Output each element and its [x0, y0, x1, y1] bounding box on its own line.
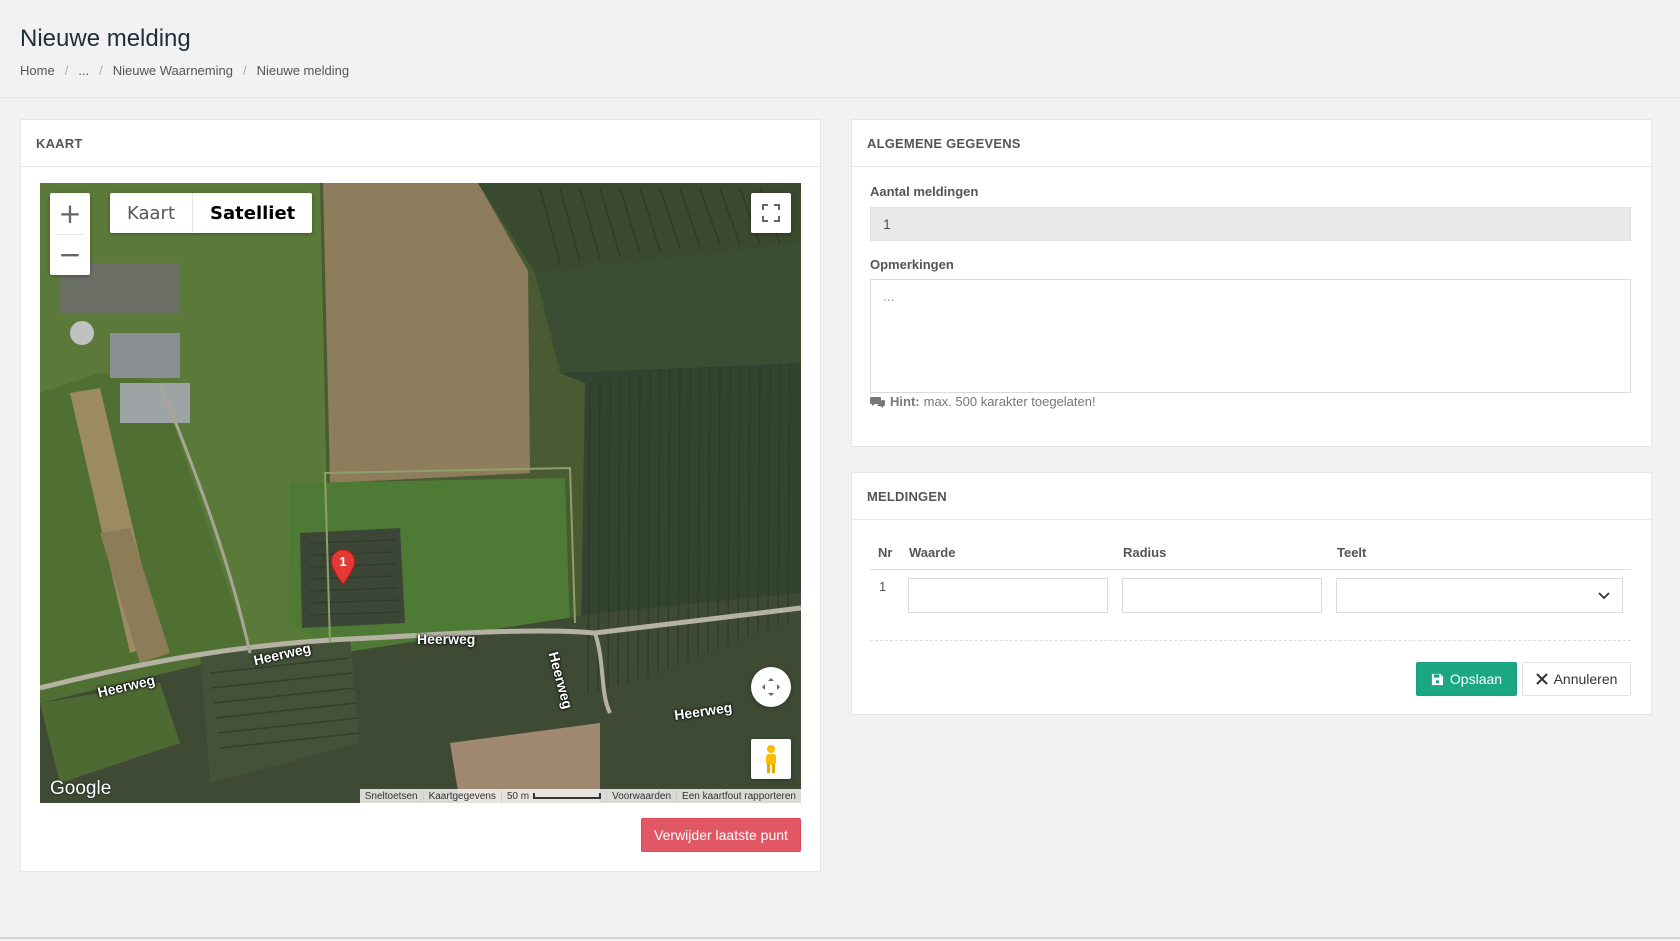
- road-label: Heerweg: [417, 631, 476, 647]
- page-header: Nieuwe melding Home / ... / Nieuwe Waarn…: [0, 3, 1680, 98]
- page-title: Nieuwe melding: [20, 25, 191, 52]
- scale-label: 50 m: [506, 790, 530, 802]
- save-button-label: Opslaan: [1449, 671, 1503, 687]
- count-label: Aantal meldingen: [870, 184, 979, 199]
- fullscreen-icon: [762, 204, 780, 222]
- floppy-disk-icon: [1431, 673, 1443, 685]
- column-header-nr: Nr: [878, 545, 893, 560]
- map-attribution-bar: Sneltoetsen Kaartgegevens 50 m Voorwaard…: [359, 789, 801, 803]
- report-map-error-link[interactable]: Een kaartfout rapporteren: [676, 790, 801, 802]
- zoom-divider: [56, 234, 84, 235]
- street-view-pegman[interactable]: [751, 739, 791, 779]
- radius-input[interactable]: [1122, 578, 1322, 613]
- hint-text: max. 500 karakter toegelaten!: [923, 394, 1096, 409]
- column-header-teelt: Teelt: [1337, 545, 1367, 560]
- breadcrumb-home[interactable]: Home: [20, 63, 55, 78]
- bottom-border: [0, 937, 1680, 939]
- row-number: 1: [879, 579, 887, 594]
- map-type-satelliet-button[interactable]: Satelliet: [192, 193, 312, 233]
- google-logo: Google: [50, 778, 112, 799]
- remarks-hint: Hint: max. 500 karakter toegelaten!: [870, 394, 1096, 409]
- table-footer-divider: [870, 640, 1631, 641]
- satellite-map[interactable]: + − Kaart Satelliet 1 Heerweg Heerweg He…: [40, 183, 801, 803]
- camera-control-button[interactable]: [751, 667, 791, 707]
- breadcrumb: Home / ... / Nieuwe Waarneming / Nieuwe …: [20, 63, 349, 78]
- map-type-kaart-button[interactable]: Kaart: [110, 193, 192, 233]
- column-header-radius: Radius: [1123, 545, 1167, 560]
- chevron-down-icon: [1598, 591, 1610, 599]
- map-panel-title: KAART: [21, 120, 820, 167]
- table-header-divider: [870, 569, 1631, 570]
- zoom-in-button[interactable]: +: [50, 193, 90, 234]
- terms-link[interactable]: Voorwaarden: [606, 790, 676, 802]
- general-data-panel-title: ALGEMENE GEGEVENS: [852, 120, 1651, 167]
- remarks-label: Opmerkingen: [870, 257, 954, 272]
- scale-indicator[interactable]: 50 m: [500, 790, 606, 802]
- pegman-icon: [766, 745, 776, 773]
- breadcrumb-current: Nieuwe melding: [256, 63, 350, 78]
- zoom-out-button[interactable]: −: [50, 234, 90, 275]
- close-icon: [1535, 673, 1548, 685]
- reports-panel-title: MELDINGEN: [852, 473, 1651, 520]
- move-arrows-icon: [762, 678, 780, 696]
- breadcrumb-separator: /: [242, 63, 247, 78]
- fullscreen-button[interactable]: [751, 193, 791, 233]
- column-header-waarde: Waarde: [909, 545, 956, 560]
- map-type-control: Kaart Satelliet: [110, 193, 313, 233]
- count-field: 1: [870, 207, 1631, 241]
- marker-label: 1: [339, 554, 347, 569]
- breadcrumb-separator: /: [99, 63, 103, 78]
- teelt-select[interactable]: [1336, 578, 1623, 613]
- map-marker[interactable]: 1: [330, 549, 356, 590]
- waarde-input[interactable]: [908, 578, 1108, 613]
- breadcrumb-nieuwe-waarneming[interactable]: Nieuwe Waarneming: [113, 63, 233, 78]
- hint-label: Hint:: [890, 394, 920, 409]
- breadcrumb-separator: /: [64, 63, 69, 78]
- delete-last-point-button[interactable]: Verwijder laatste punt: [641, 818, 801, 852]
- save-button[interactable]: Opslaan: [1416, 662, 1517, 696]
- zoom-control: + −: [50, 193, 90, 275]
- breadcrumb-ellipsis[interactable]: ...: [78, 63, 89, 78]
- cancel-button-label: Annuleren: [1553, 671, 1618, 687]
- scale-bar: [533, 792, 602, 799]
- map-data-link[interactable]: Kaartgegevens: [422, 790, 501, 802]
- comments-icon: [870, 396, 885, 408]
- keyboard-shortcuts-link[interactable]: Sneltoetsen: [360, 791, 423, 802]
- cancel-button[interactable]: Annuleren: [1522, 662, 1631, 696]
- remarks-textarea[interactable]: ...: [870, 279, 1631, 393]
